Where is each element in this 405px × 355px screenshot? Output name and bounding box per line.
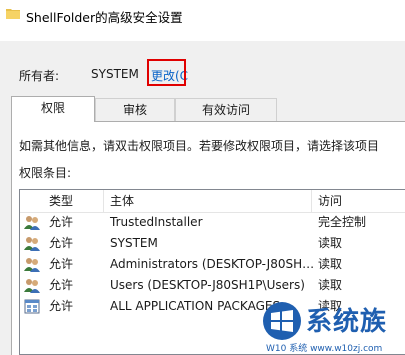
- users-icon: [24, 258, 40, 272]
- highlight-box: [147, 59, 186, 86]
- list-header: 类型 主体 访问: [20, 190, 405, 213]
- row-principal: Administrators (DESKTOP-J80SH…: [110, 257, 315, 271]
- owner-value: SYSTEM: [91, 67, 139, 81]
- row-type: 允许: [49, 236, 74, 250]
- watermark-text: 系统族: [306, 307, 388, 337]
- users-icon: [24, 279, 40, 293]
- tab-permissions[interactable]: 权限: [11, 96, 95, 122]
- row-type: 允许: [49, 299, 74, 313]
- row-access: 完全控制: [318, 215, 367, 229]
- row-access: 读取: [318, 278, 343, 292]
- column-header-access[interactable]: 访问: [312, 190, 405, 212]
- tab-effective-access[interactable]: 有效访问: [175, 98, 277, 121]
- folder-icon: [6, 9, 20, 19]
- table-row[interactable]: 允许 Users (DESKTOP-J80SH1P\Users) 读取: [20, 275, 405, 296]
- windows-logo-icon: [263, 302, 301, 340]
- row-principal: Users (DESKTOP-J80SH1P\Users): [110, 278, 305, 292]
- tab-strip: 权限 审核 有效访问: [11, 96, 405, 122]
- info-text: 如需其他信息，请双击权限项目。若要修改权限项目，请选择该项目: [19, 139, 380, 153]
- app-packages-icon: [24, 299, 40, 314]
- watermark-subtext: W10 系统 www.w10zj.com: [266, 344, 383, 354]
- row-type: 允许: [49, 257, 74, 271]
- column-header-principal[interactable]: 主体: [104, 190, 312, 212]
- row-type: 允许: [49, 215, 74, 229]
- table-row[interactable]: 允许 TrustedInstaller 完全控制: [20, 212, 405, 233]
- users-icon: [24, 216, 40, 230]
- row-principal: ALL APPLICATION PACKAGES: [110, 299, 281, 313]
- owner-row: 所有者: SYSTEM 更改(C: [0, 41, 405, 101]
- title-bar: ShellFolder的高级安全设置: [0, 0, 405, 30]
- row-principal: SYSTEM: [110, 236, 158, 250]
- owner-label: 所有者:: [19, 69, 60, 83]
- window-title: ShellFolder的高级安全设置: [26, 10, 183, 25]
- column-header-type[interactable]: 类型: [20, 190, 104, 212]
- permission-entries-label: 权限条目:: [19, 166, 72, 180]
- row-access: 读取: [318, 257, 343, 271]
- watermark: 系统族 W10 系统 www.w10zj.com: [262, 301, 405, 355]
- row-access: 读取: [318, 236, 343, 250]
- users-icon: [24, 237, 40, 251]
- row-principal: TrustedInstaller: [110, 215, 203, 229]
- tab-auditing[interactable]: 审核: [95, 98, 175, 121]
- table-row[interactable]: 允许 Administrators (DESKTOP-J80SH… 读取: [20, 254, 405, 275]
- table-row[interactable]: 允许 SYSTEM 读取: [20, 233, 405, 254]
- row-type: 允许: [49, 278, 74, 292]
